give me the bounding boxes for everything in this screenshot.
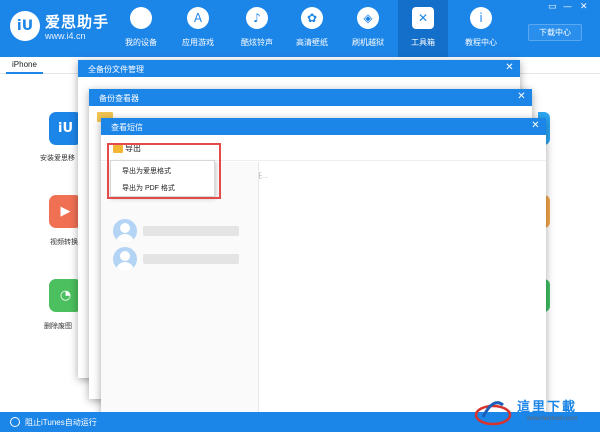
window-close-icon[interactable]: ✕	[580, 2, 588, 12]
nav-ringtones[interactable]: ♪ 酷炫铃声	[235, 0, 279, 57]
nav-label: 教程中心	[465, 38, 497, 47]
bell-icon: ♪	[246, 7, 268, 29]
nav-my-device[interactable]: 我的设备	[119, 0, 163, 57]
contact-name-blurred	[143, 226, 239, 236]
flower-icon: ✿	[301, 7, 323, 29]
dialog-title: 全备份文件管理	[88, 65, 144, 74]
close-icon[interactable]: ✕	[503, 61, 516, 75]
nav-label: 工具箱	[411, 38, 435, 47]
tools-icon: ✕	[412, 7, 434, 29]
top-bar: iU 爱思助手 www.i4.cn 我的设备 A 应用游戏 ♪ 酷炫铃声 ✿ 高…	[0, 0, 600, 57]
download-center-button[interactable]: 下载中心	[528, 24, 582, 41]
dialog-title: 查看短信	[111, 123, 143, 132]
nav-label: 应用游戏	[182, 38, 214, 47]
contact-name-blurred	[143, 254, 239, 264]
avatar-icon	[113, 219, 137, 243]
contact-list	[101, 162, 259, 418]
nav-tutorials[interactable]: i 教程中心	[459, 0, 503, 57]
close-icon[interactable]: ✕	[515, 90, 528, 104]
tool-label: 删除废图	[44, 323, 72, 330]
nav-flash-jailbreak[interactable]: ◈ 刷机越狱	[346, 0, 390, 57]
nav-wallpapers[interactable]: ✿ 高清壁纸	[290, 0, 334, 57]
tab-iphone[interactable]: iPhone	[6, 57, 43, 74]
contact-item[interactable]	[101, 245, 259, 273]
dialog-header: 查看短信 ✕	[101, 118, 546, 135]
nav-label: 高清壁纸	[296, 38, 328, 47]
contact-item[interactable]	[101, 217, 259, 245]
watermark-url: www.herdown.com	[527, 416, 578, 422]
watermark-logo-icon	[474, 401, 512, 426]
nav-toolbox[interactable]: ✕ 工具箱	[398, 0, 448, 57]
highlight-annotation	[107, 143, 221, 199]
apple-icon	[130, 7, 152, 29]
dialog-title: 备份查看器	[99, 94, 139, 103]
nav-label: 我的设备	[125, 38, 157, 47]
close-icon[interactable]: ✕	[529, 119, 542, 133]
stop-itunes-autorun-link[interactable]: 阻止iTunes自动运行	[25, 417, 97, 428]
app-store-icon: A	[187, 7, 209, 29]
brand-name: 爱思助手	[45, 14, 110, 31]
nav-label: 酷炫铃声	[241, 38, 273, 47]
nav-label: 刷机越狱	[352, 38, 384, 47]
tool-label: 视频转换	[50, 239, 78, 246]
stop-icon[interactable]	[10, 417, 20, 427]
info-icon: i	[470, 7, 492, 29]
nav-apps-games[interactable]: A 应用游戏	[176, 0, 220, 57]
brand-url: www.i4.cn	[45, 31, 86, 41]
i4-logo-icon: iU	[10, 11, 40, 41]
dropbox-icon: ◈	[357, 7, 379, 29]
avatar-icon	[113, 247, 137, 271]
dialog-header: 备份查看器 ✕	[89, 89, 532, 106]
restore-icon[interactable]: ▭	[548, 2, 557, 12]
watermark-text: 這里下載	[517, 400, 578, 415]
minimize-icon[interactable]: —	[563, 2, 572, 12]
tool-label: 安装爱思移	[40, 155, 75, 162]
dialog-header: 全备份文件管理 ✕	[78, 60, 520, 77]
